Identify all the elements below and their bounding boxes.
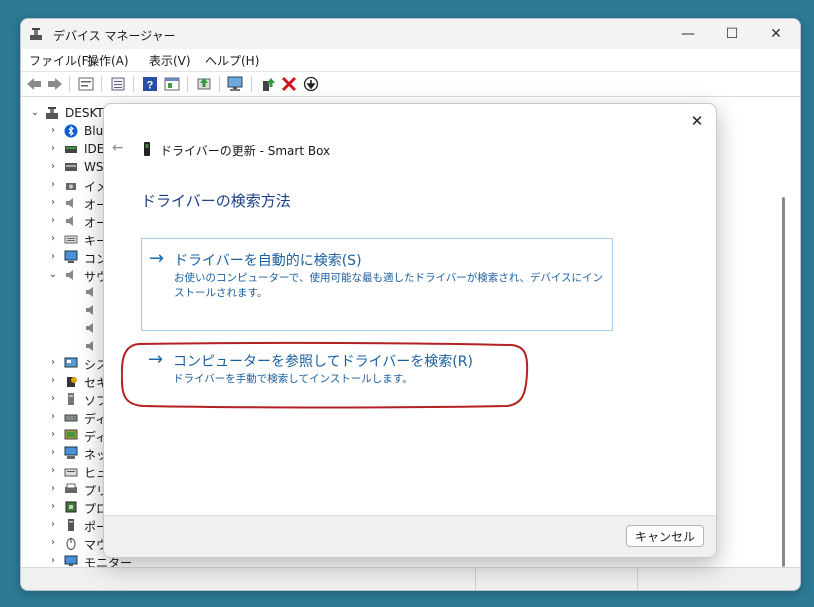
chevron-right-icon[interactable]: › [48,448,58,458]
chevron-right-icon[interactable]: › [48,144,58,154]
auto-search-option[interactable]: → ドライバーを自動的に検索(S) お使いのコンピューターで、使用可能な最も適し… [141,238,613,331]
dialog-heading: ドライバーの検索方法 [141,192,291,210]
computer-root-icon [46,107,58,119]
chevron-right-icon[interactable]: › [48,556,58,566]
forward-icon[interactable] [46,75,64,93]
close-button[interactable]: ✕ [753,19,799,49]
processor-icon [65,501,77,513]
auto-search-title: ドライバーを自動的に検索(S) [174,253,362,269]
menu-bar: ファイル(F) 操作(A) 表示(V) ヘルプ(H) [21,49,800,72]
title-bar[interactable]: デバイス マネージャー — ☐ ✕ [21,19,800,49]
maximize-button[interactable]: ☐ [709,19,755,49]
audio-endpoint-icon[interactable] [84,303,98,317]
audio-icon [66,216,73,226]
back-arrow-icon[interactable]: ← [112,140,124,156]
chevron-right-icon[interactable]: › [48,466,58,476]
chevron-right-icon[interactable]: › [48,216,58,226]
toolbar-separator [69,76,70,92]
chevron-right-icon[interactable]: › [48,198,58,208]
wsd-icon [65,163,77,171]
hid-icon [64,468,78,477]
audio-endpoint-icon[interactable] [84,285,98,299]
help-icon[interactable]: ? [141,75,159,93]
annotation-highlight-ring [121,341,529,409]
chevron-right-icon[interactable]: › [48,252,58,262]
arrow-right-icon: → [149,248,165,269]
chevron-right-icon[interactable]: › [48,234,58,244]
vertical-scrollbar[interactable] [782,197,785,567]
status-separator [637,568,638,590]
keyboard-icon [64,235,78,244]
chevron-right-icon[interactable]: › [48,484,58,494]
menu-help[interactable]: ヘルプ(H) [205,52,259,69]
computer-icon [64,250,78,263]
tree-item-label: IDE [84,142,105,156]
dialog-footer: キャンセル [104,515,716,557]
disk-icon [64,414,78,422]
audio-icon [66,198,73,208]
enable-device-icon[interactable] [259,75,277,93]
scan-hardware-icon[interactable] [227,75,245,93]
chevron-right-icon[interactable]: › [48,538,58,548]
update-driver-icon[interactable] [195,75,213,93]
minimize-button[interactable]: — [665,19,711,49]
audio-endpoint-icon[interactable] [84,321,98,335]
mouse-icon [66,538,76,550]
chevron-down-icon[interactable]: ⌄ [48,270,58,280]
sound-icon [66,270,73,280]
action-icon[interactable] [163,75,181,93]
imaging-icon [66,183,76,190]
security-icon [67,377,77,387]
chevron-right-icon[interactable]: › [48,502,58,512]
dialog-title: ドライバーの更新 - Smart Box [160,144,331,158]
display-icon [64,429,78,440]
disable-device-icon[interactable] [302,75,320,93]
chevron-down-icon[interactable]: ⌄ [30,108,40,118]
port-icon [68,519,74,531]
toolbar-separator [251,76,252,92]
toolbar-separator [219,76,220,92]
chevron-right-icon[interactable]: › [48,520,58,530]
toolbar-separator [101,76,102,92]
back-icon[interactable] [25,75,43,93]
ide-icon [65,146,77,153]
audio-endpoint-icon[interactable] [84,339,98,353]
toolbar: ? [21,72,800,97]
chevron-right-icon[interactable]: › [48,358,58,368]
chevron-right-icon[interactable]: › [48,394,58,404]
uninstall-icon[interactable] [280,75,298,93]
chevron-right-icon[interactable]: › [48,126,58,136]
menu-file[interactable]: ファイル(F) [29,52,93,69]
dialog-close-button[interactable]: ✕ [686,110,708,132]
toolbar-separator [187,76,188,92]
monitor-icon [64,555,78,566]
svg-text:?: ? [147,80,154,92]
chevron-right-icon[interactable]: › [48,412,58,422]
chevron-right-icon[interactable]: › [48,162,58,172]
menu-action[interactable]: 操作(A) [87,52,129,69]
cancel-button[interactable]: キャンセル [626,525,704,547]
status-bar [21,567,800,590]
software-icon [68,393,74,405]
smart-box-device-icon [144,142,150,156]
chevron-right-icon[interactable]: › [48,430,58,440]
bluetooth-icon [64,124,78,138]
show-hidden-icon[interactable] [109,75,127,93]
chevron-right-icon[interactable]: › [48,180,58,190]
status-separator [475,568,476,590]
window-title: デバイス マネージャー [53,29,176,43]
properties-icon[interactable] [77,75,95,93]
network-icon [64,446,78,459]
toolbar-separator [133,76,134,92]
device-manager-icon [30,28,42,40]
auto-search-description: お使いのコンピューターで、使用可能な最も適したドライバーが検索され、デバイスにイ… [174,272,604,299]
system-icon [64,357,78,368]
chevron-right-icon[interactable]: › [48,376,58,386]
update-driver-dialog: ✕ ← ドライバーの更新 - Smart Box ドライバーの検索方法 → ドラ… [103,103,717,558]
printer-icon [65,483,77,493]
menu-view[interactable]: 表示(V) [149,52,191,69]
